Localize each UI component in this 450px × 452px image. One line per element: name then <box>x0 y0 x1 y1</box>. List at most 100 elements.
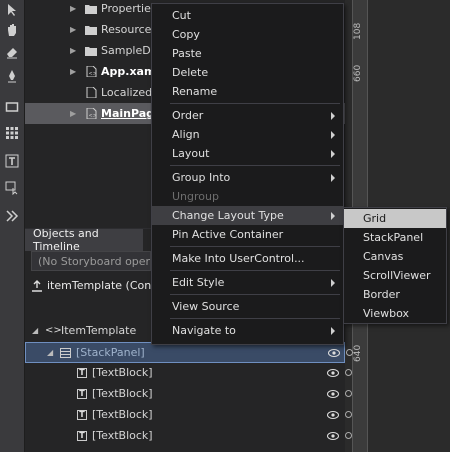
svg-text:<>: <> <box>89 71 97 77</box>
collapse-arrow-icon[interactable]: ◢ <box>32 326 38 335</box>
tree-node-label: [TextBlock] <box>92 366 153 379</box>
ruler-mark: 640 <box>353 344 363 362</box>
file-icon <box>86 87 97 98</box>
menu-item-label: Cut <box>172 9 191 22</box>
menu-item-label: View Source <box>172 300 240 313</box>
menu-item-layout[interactable]: Layout <box>152 144 343 163</box>
menu-item-navigate-to[interactable]: Navigate to <box>152 321 343 340</box>
tree-node-textblock[interactable]: T [TextBlock] <box>25 362 352 383</box>
storyboard-picker[interactable]: (No Storyboard open <box>31 251 151 271</box>
textblock-icon: T <box>77 367 87 378</box>
visibility-eye-icon[interactable] <box>327 368 339 377</box>
submenu-item-scrollviewer[interactable]: ScrollViewer <box>344 266 446 285</box>
collapse-arrow-icon[interactable]: ◢ <box>47 348 53 357</box>
submenu-arrow-icon <box>331 326 335 335</box>
menu-separator <box>170 165 340 166</box>
expand-arrow-icon[interactable]: ▶ <box>70 4 78 13</box>
submenu-item-viewbox[interactable]: Viewbox <box>344 304 446 323</box>
menu-item-view-source[interactable]: View Source <box>152 297 343 316</box>
context-menu: Cut Copy Paste Delete Rename Order Align… <box>151 3 344 345</box>
menu-item-cut[interactable]: Cut <box>152 6 343 25</box>
asset-tool-icon[interactable] <box>2 178 22 198</box>
lock-toggle-icon[interactable] <box>345 432 352 439</box>
scope-breadcrumb[interactable]: itemTemplate (Cont <box>31 279 156 292</box>
ruler-mark: 660 <box>353 64 363 82</box>
pan-hand-icon[interactable] <box>2 20 22 40</box>
lock-toggle-icon[interactable] <box>346 349 353 356</box>
submenu-item-grid[interactable]: Grid <box>344 209 446 228</box>
menu-item-label: Navigate to <box>172 324 236 337</box>
visibility-eye-icon[interactable] <box>328 348 340 357</box>
eraser-icon[interactable] <box>2 42 22 62</box>
expand-more-icon[interactable] <box>2 206 22 226</box>
expand-arrow-icon[interactable]: ▶ <box>70 46 78 55</box>
menu-item-label: Ungroup <box>172 190 219 203</box>
tree-node-stackpanel[interactable]: ◢ [StackPanel] <box>25 342 353 363</box>
menu-item-copy[interactable]: Copy <box>152 25 343 44</box>
menu-item-make-into-usercontrol[interactable]: Make Into UserControl... <box>152 249 343 268</box>
menu-item-ungroup: Ungroup <box>152 187 343 206</box>
tree-node-textblock[interactable]: T [TextBlock] <box>25 383 352 404</box>
submenu-item-canvas[interactable]: Canvas <box>344 247 446 266</box>
submenu-item-border[interactable]: Border <box>344 285 446 304</box>
scope-up-icon[interactable] <box>31 279 43 292</box>
menu-item-edit-style[interactable]: Edit Style <box>152 273 343 292</box>
layout-type-submenu: Grid StackPanel Canvas ScrollViewer Bord… <box>343 207 447 324</box>
pen-icon[interactable] <box>2 66 22 86</box>
menu-item-label: Order <box>172 109 204 122</box>
menu-item-paste[interactable]: Paste <box>152 44 343 63</box>
grid-layout-icon[interactable] <box>2 123 22 143</box>
menu-separator <box>170 103 340 104</box>
menu-item-change-layout-type[interactable]: Change Layout Type <box>152 206 343 225</box>
folder-icon <box>85 47 97 56</box>
submenu-item-label: Viewbox <box>363 307 409 320</box>
expand-arrow-icon[interactable]: ▶ <box>70 25 78 34</box>
template-icon: <> <box>45 325 62 336</box>
tree-node-textblock[interactable]: T [TextBlock] <box>25 425 352 446</box>
menu-separator <box>170 246 340 247</box>
tree-node-textblock[interactable]: T [TextBlock] <box>25 404 352 425</box>
objects-timeline-tab[interactable]: Objects and Timeline <box>25 227 143 253</box>
submenu-arrow-icon <box>331 149 335 158</box>
select-icon[interactable] <box>2 0 22 20</box>
lock-toggle-icon[interactable] <box>345 369 352 376</box>
menu-item-order[interactable]: Order <box>152 106 343 125</box>
menu-item-label: Delete <box>172 66 209 79</box>
menu-item-group-into[interactable]: Group Into <box>152 168 343 187</box>
submenu-item-label: StackPanel <box>363 231 424 244</box>
expand-arrow-icon[interactable]: ▶ <box>70 67 78 76</box>
menu-item-label: Change Layout Type <box>172 209 284 222</box>
submenu-item-label: Border <box>363 288 400 301</box>
submenu-item-label: ScrollViewer <box>363 269 431 282</box>
folder-icon <box>85 26 97 35</box>
menu-separator <box>170 270 340 271</box>
menu-item-align[interactable]: Align <box>152 125 343 144</box>
menu-item-delete[interactable]: Delete <box>152 63 343 82</box>
expand-arrow-icon[interactable]: ▶ <box>70 109 78 118</box>
submenu-arrow-icon <box>331 278 335 287</box>
menu-item-label: Layout <box>172 147 210 160</box>
lock-toggle-icon[interactable] <box>345 411 352 418</box>
stackpanel-icon <box>60 347 71 358</box>
scope-label: itemTemplate (Cont <box>47 279 156 292</box>
menu-item-pin-active-container[interactable]: Pin Active Container <box>152 225 343 244</box>
tree-node-label: [TextBlock] <box>92 429 153 442</box>
menu-item-rename[interactable]: Rename <box>152 82 343 101</box>
ruler-mark: 108 <box>353 22 363 40</box>
menu-item-label: Rename <box>172 85 218 98</box>
tools-toolbar <box>0 0 25 452</box>
textblock-icon: T <box>77 430 87 441</box>
tree-item-label: Localized <box>101 86 153 99</box>
visibility-eye-icon[interactable] <box>327 410 339 419</box>
submenu-item-label: Grid <box>363 212 387 225</box>
tree-node-label: [StackPanel] <box>76 346 145 359</box>
lock-toggle-icon[interactable] <box>345 390 352 397</box>
menu-item-label: Group Into <box>172 171 231 184</box>
visibility-eye-icon[interactable] <box>327 389 339 398</box>
rectangle-icon[interactable] <box>2 97 22 117</box>
submenu-item-stackpanel[interactable]: StackPanel <box>344 228 446 247</box>
text-tool-icon[interactable] <box>2 151 22 171</box>
visibility-eye-icon[interactable] <box>327 431 339 440</box>
tree-node-label: [TextBlock] <box>92 408 153 421</box>
submenu-item-label: Canvas <box>363 250 404 263</box>
